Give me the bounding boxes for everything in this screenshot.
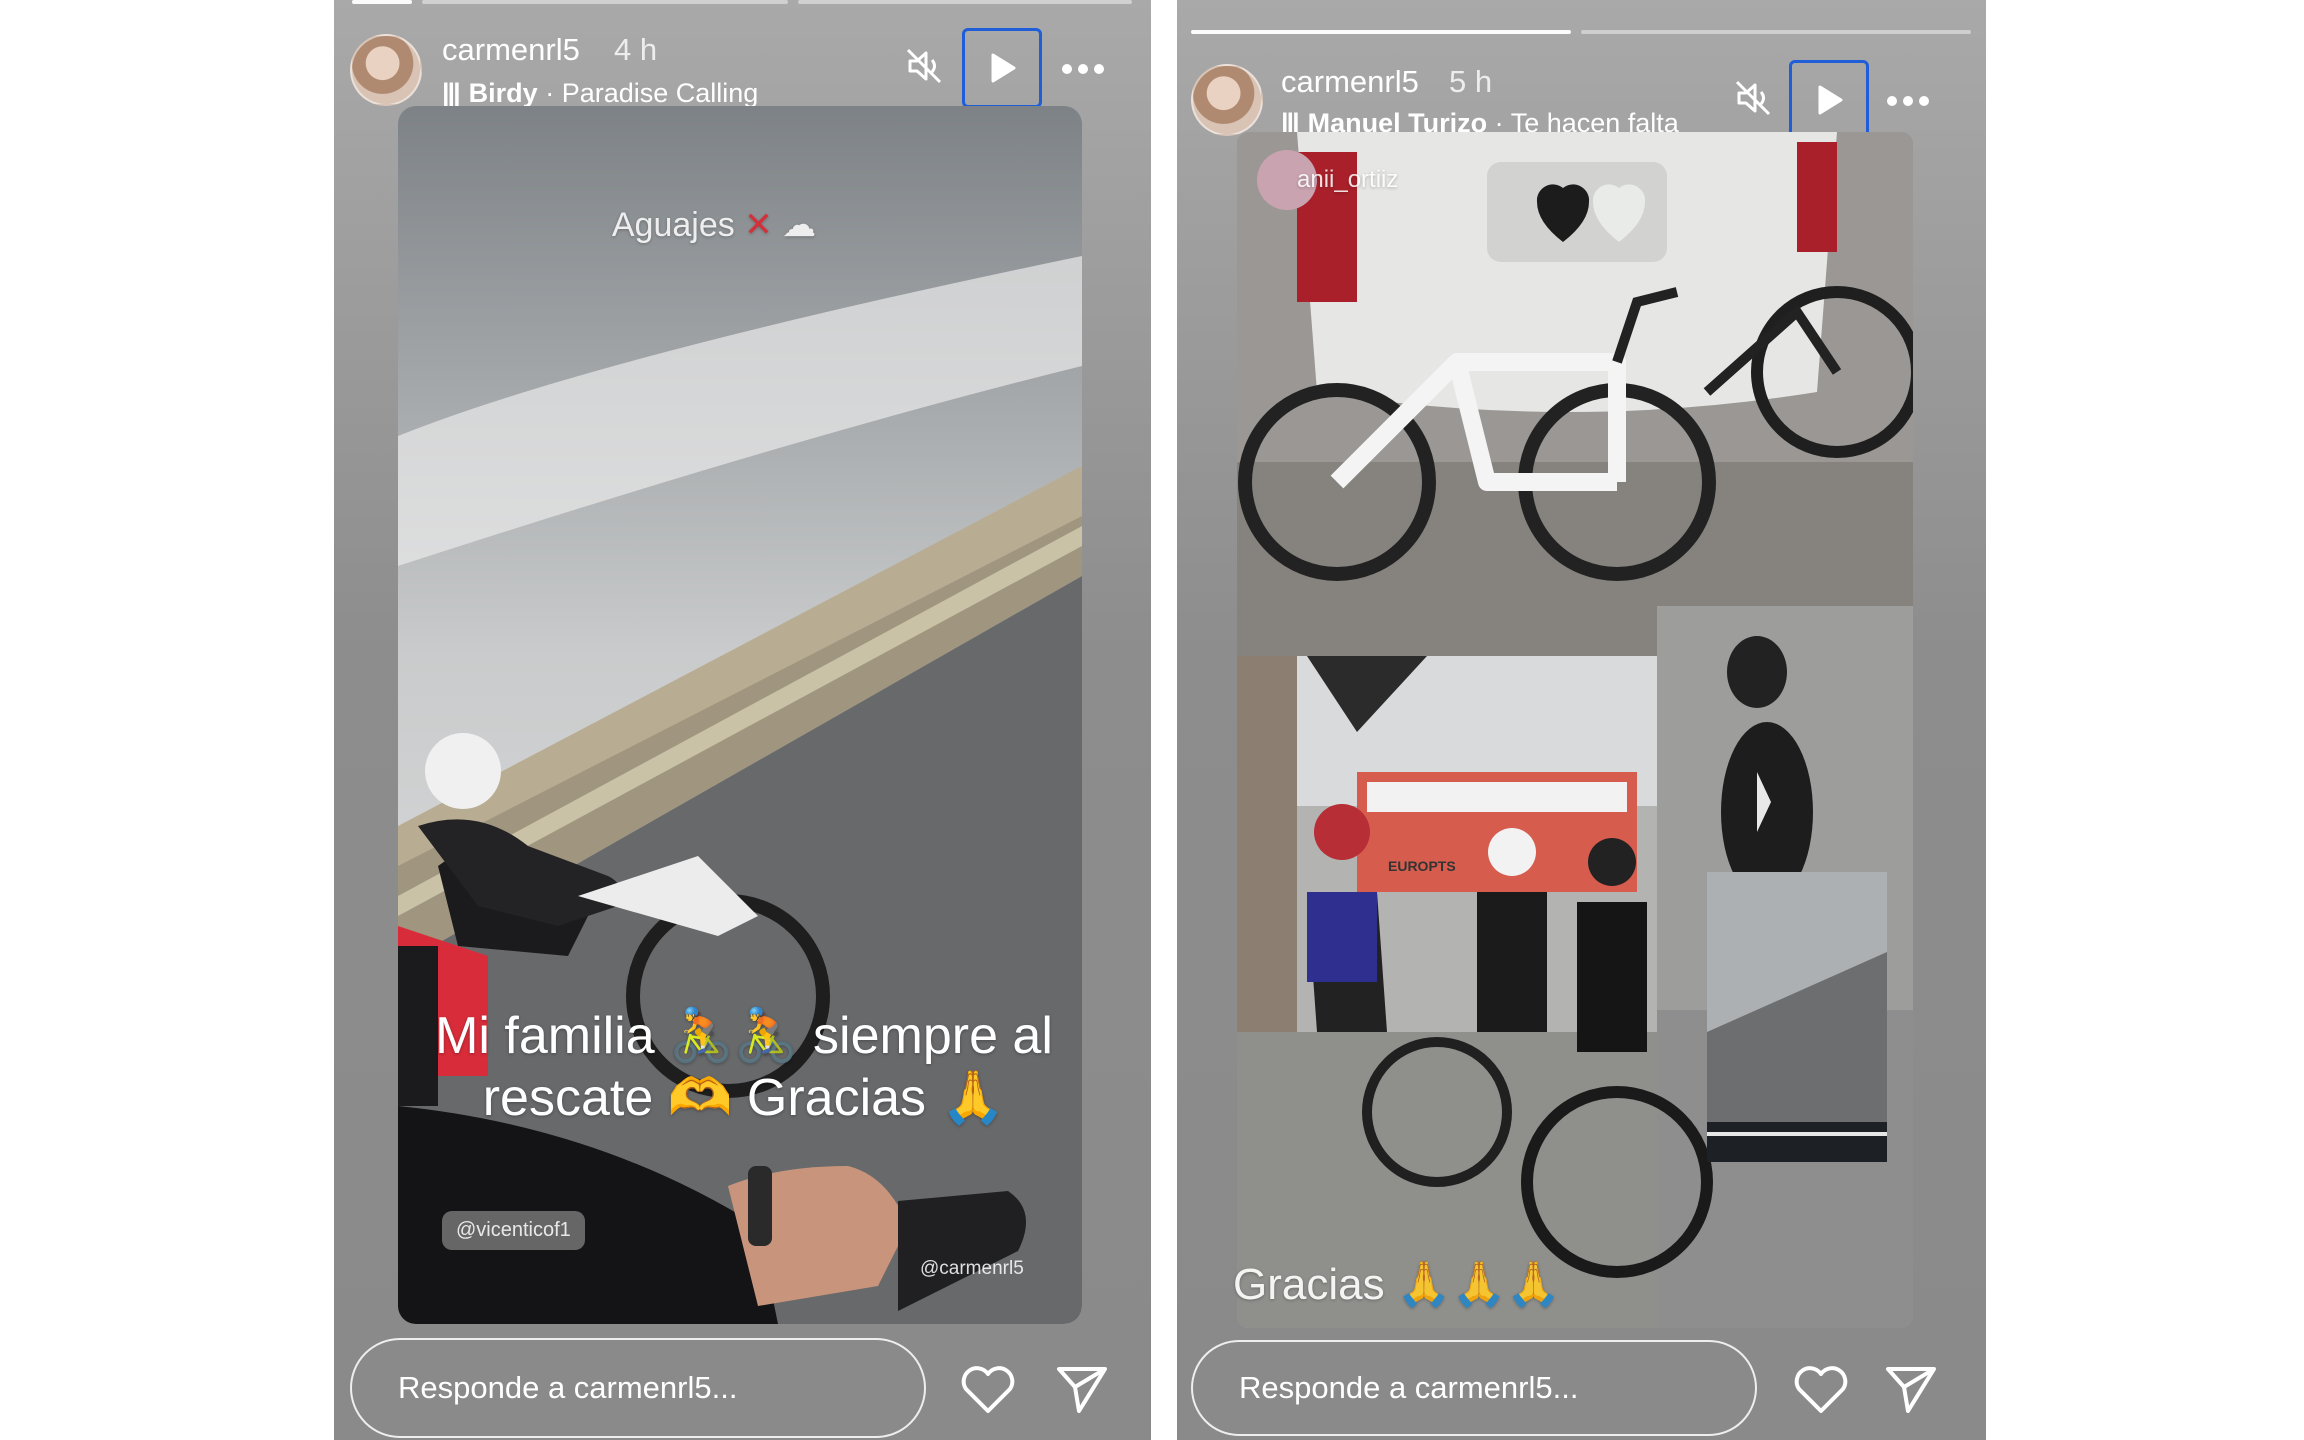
caption-top: Aguajes ✕ ☁ [514,205,914,245]
caption-main: Mi familia 🚴🚴 siempre al rescate 🫶 Graci… [404,1005,1084,1129]
collage-photo [1237,132,1913,1328]
gym-sign-text: EUROPTS [1388,858,1456,874]
dot [1094,64,1104,74]
story-right[interactable]: carmenrl5 5 h ||| Manuel Turizo · Te hace… [1177,0,1986,1440]
reply-placeholder: Responde a carmenrl5... [1239,1370,1579,1405]
story-photo [398,106,1082,1324]
music-artist: Birdy [468,78,538,108]
progress-bar [1191,30,1971,34]
play-button[interactable] [1789,60,1869,140]
music-song: Paradise Calling [561,78,759,108]
red-cross-icon: ✕ [744,206,773,244]
progress-segment-active [352,0,412,4]
share-button[interactable] [1052,1362,1112,1418]
cloud-rain-icon: ☁ [782,206,817,244]
reply-input[interactable]: Responde a carmenrl5... [1191,1340,1757,1436]
like-button[interactable] [958,1362,1018,1418]
progress-segment [1581,30,1971,34]
mention-sticker[interactable]: @carmenrl5 [906,1250,1038,1288]
play-icon [991,53,1016,83]
reply-placeholder: Responde a carmenrl5... [398,1370,738,1405]
music-separator: · [537,78,562,108]
caption-top-text: Aguajes [611,206,735,244]
road-photo [1707,872,1887,1162]
share-button[interactable] [1881,1362,1941,1418]
bikes-photo [1237,132,1913,656]
time-ago: 5 h [1449,64,1493,99]
avatar[interactable] [1191,64,1263,136]
like-button[interactable] [1791,1362,1851,1418]
caption-main-line1: Mi familia 🚴🚴 siempre al [435,1007,1053,1065]
dot [1903,96,1913,106]
play-icon [1818,85,1843,115]
speaker-muted-icon [906,48,942,84]
speaker-muted-icon [1735,80,1771,116]
caption-main-line2: rescate 🫶 Gracias 🙏 [482,1069,1006,1127]
more-options-button[interactable] [1887,96,1929,106]
user-tag[interactable]: anii_ortiiz [1297,166,1398,194]
paper-plane-icon [1886,1367,1936,1413]
dot [1887,96,1897,106]
heart-icon [1794,1366,1848,1413]
cycling-road-photo [398,106,1082,1324]
progress-segment [798,0,1132,4]
music-info[interactable]: ||| Birdy · Paradise Calling [442,78,802,109]
avatar[interactable] [350,34,422,106]
time-ago: 4 h [614,32,658,67]
more-options-button[interactable] [1062,64,1104,74]
dot [1062,64,1072,74]
username[interactable]: carmenrl5 [442,32,580,68]
progress-bar [352,0,1132,4]
music-bars-icon: ||| [442,78,461,108]
group-photo [1237,656,1713,1328]
username[interactable]: carmenrl5 [1281,64,1419,100]
play-button[interactable] [962,28,1042,108]
mute-button[interactable] [902,44,946,88]
mute-button[interactable] [1731,76,1775,120]
progress-segment-active [1191,30,1571,34]
paper-plane-icon [1057,1367,1107,1413]
heart-icon [961,1366,1015,1413]
mention-sticker[interactable]: @vicenticof1 [442,1211,585,1250]
dot [1078,64,1088,74]
reply-input[interactable]: Responde a carmenrl5... [350,1338,926,1438]
story-left[interactable]: carmenrl5 4 h ||| Birdy · Paradise Callin… [334,0,1151,1440]
dot [1919,96,1929,106]
progress-segment [422,0,788,4]
caption-bottom: Gracias 🙏🙏🙏 [1233,1260,1562,1309]
story-collage [1237,132,1913,1328]
